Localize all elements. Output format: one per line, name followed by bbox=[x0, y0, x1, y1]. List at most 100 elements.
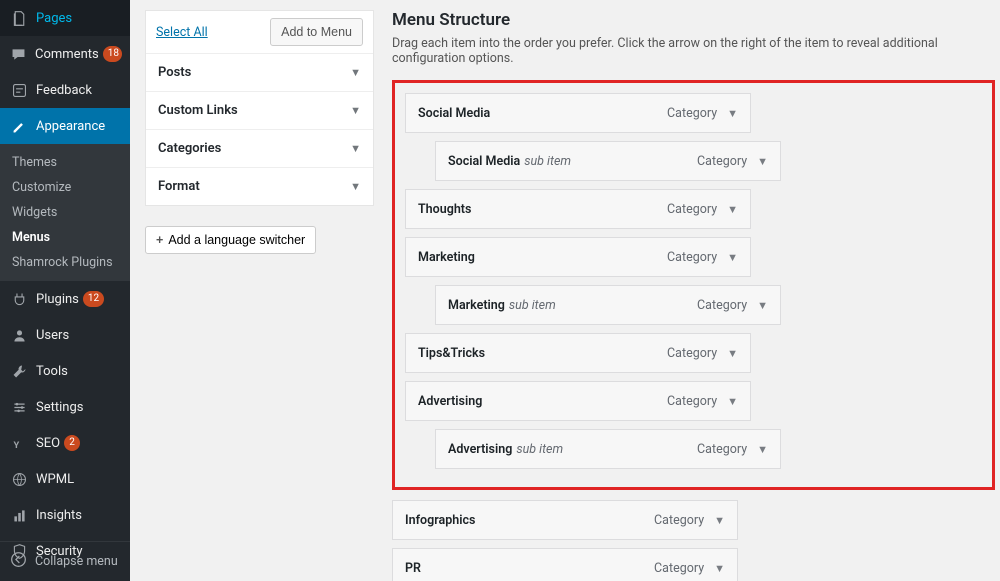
menu-item-pr[interactable]: PRCategory▼ bbox=[392, 548, 738, 581]
accordion-posts[interactable]: Posts ▼ bbox=[146, 54, 373, 91]
add-language-switcher-button[interactable]: + Add a language switcher bbox=[145, 226, 316, 254]
menu-item-meta: Category▼ bbox=[697, 442, 768, 457]
panel-top-row: Select All Add to Menu bbox=[146, 11, 373, 54]
settings-icon bbox=[10, 398, 28, 416]
menu-item-social-media[interactable]: Social MediaCategory▼ bbox=[405, 93, 751, 133]
menu-item-meta: Category ▼ bbox=[667, 106, 738, 121]
accordion-format[interactable]: Format ▼ bbox=[146, 167, 373, 205]
menu-item-type: Category bbox=[667, 106, 717, 121]
chevron-down-icon: ▼ bbox=[350, 180, 361, 193]
menu-item-type: Category bbox=[667, 250, 717, 265]
sidebar-item-settings[interactable]: Settings bbox=[0, 389, 130, 425]
sidebar-item-appearance[interactable]: Appearance bbox=[0, 108, 130, 144]
sidebar-item-plugins[interactable]: Plugins 12 bbox=[0, 281, 130, 317]
menu-item-type: Category bbox=[697, 154, 747, 169]
insights-icon bbox=[10, 506, 28, 524]
chevron-down-icon[interactable]: ▼ bbox=[727, 203, 738, 216]
collapse-label: Collapse menu bbox=[35, 554, 118, 569]
add-to-menu-button[interactable]: Add to Menu bbox=[270, 18, 363, 46]
chevron-down-icon[interactable]: ▼ bbox=[727, 251, 738, 264]
chevron-down-icon: ▼ bbox=[350, 142, 361, 155]
menu-item-tips-tricks[interactable]: Tips&Tricks Category ▼ bbox=[405, 333, 751, 373]
collapse-icon bbox=[10, 551, 27, 572]
chevron-down-icon[interactable]: ▼ bbox=[757, 155, 768, 168]
menu-item-thoughts[interactable]: ThoughtsCategory▼ bbox=[405, 189, 751, 229]
menu-item-title: Infographics bbox=[405, 513, 475, 528]
menu-item-type: Category bbox=[667, 346, 717, 361]
sidebar-label: Settings bbox=[36, 400, 83, 415]
select-all-link[interactable]: Select All bbox=[156, 25, 208, 40]
menu-item-marketing[interactable]: Marketing Category ▼ bbox=[405, 237, 751, 277]
sidebar-label: Users bbox=[36, 328, 69, 343]
badge: 12 bbox=[83, 291, 104, 307]
sidebar-label: SEO bbox=[36, 436, 60, 451]
admin-sidebar: PagesComments18FeedbackAppearanceThemesC… bbox=[0, 0, 130, 581]
sidebar-item-insights[interactable]: Insights bbox=[0, 497, 130, 533]
seo-icon: Y bbox=[10, 434, 28, 452]
menu-item-meta: Category▼ bbox=[667, 394, 738, 409]
accordion-custom-links[interactable]: Custom Links▼ bbox=[146, 91, 373, 129]
submenu-themes[interactable]: Themes bbox=[0, 150, 130, 175]
menu-item-title: Advertisingsub item bbox=[448, 442, 563, 457]
pages-icon bbox=[10, 9, 28, 27]
menu-item-meta: Category ▼ bbox=[697, 154, 768, 169]
plugins-icon bbox=[10, 290, 28, 308]
accordion-label: Posts bbox=[158, 65, 191, 80]
users-icon bbox=[10, 326, 28, 344]
sidebar-item-seo[interactable]: Y SEO 2 bbox=[0, 425, 130, 461]
tools-icon bbox=[10, 362, 28, 380]
plus-icon: + bbox=[156, 233, 163, 247]
chevron-down-icon[interactable]: ▼ bbox=[757, 299, 768, 312]
sidebar-item-users[interactable]: Users bbox=[0, 317, 130, 353]
chevron-down-icon[interactable]: ▼ bbox=[727, 395, 738, 408]
menu-item-title: Social Mediasub item bbox=[448, 154, 571, 169]
submenu-customize[interactable]: Customize bbox=[0, 175, 130, 200]
menu-structure-title: Menu Structure bbox=[392, 10, 995, 30]
menu-item-marketing[interactable]: Marketingsub itemCategory▼ bbox=[435, 285, 781, 325]
submenu-shamrock-plugins[interactable]: Shamrock Plugins bbox=[0, 250, 130, 275]
chevron-down-icon[interactable]: ▼ bbox=[757, 443, 768, 456]
sidebar-item-feedback[interactable]: Feedback bbox=[0, 72, 130, 108]
sidebar-label: Appearance bbox=[36, 119, 105, 134]
sidebar-item-tools[interactable]: Tools bbox=[0, 353, 130, 389]
sidebar-item-wpml[interactable]: WPML bbox=[0, 461, 130, 497]
menu-item-type: Category bbox=[654, 561, 704, 576]
chevron-down-icon[interactable]: ▼ bbox=[727, 347, 738, 360]
menu-item-meta: Category ▼ bbox=[667, 346, 738, 361]
submenu-menus[interactable]: Menus bbox=[0, 225, 130, 250]
menu-item-title: Advertising bbox=[418, 394, 482, 409]
sidebar-label: Insights bbox=[36, 508, 82, 523]
accordion-label: Format bbox=[158, 179, 200, 194]
sidebar-label: Plugins bbox=[36, 292, 79, 307]
chevron-down-icon: ▼ bbox=[350, 66, 361, 79]
badge: 2 bbox=[64, 435, 80, 451]
appearance-submenu: ThemesCustomizeWidgetsMenusShamrock Plug… bbox=[0, 144, 130, 281]
menu-item-title: Marketing bbox=[418, 250, 475, 265]
menu-item-advertising[interactable]: Advertising Category▼ bbox=[405, 381, 751, 421]
chevron-down-icon[interactable]: ▼ bbox=[727, 107, 738, 120]
menu-item-social-media[interactable]: Social Mediasub item Category ▼ bbox=[435, 141, 781, 181]
accordion-categories[interactable]: Categories▼ bbox=[146, 129, 373, 167]
menu-item-advertising[interactable]: Advertisingsub item Category▼ bbox=[435, 429, 781, 469]
lang-switch-label: Add a language switcher bbox=[168, 233, 305, 247]
menu-item-meta: Category ▼ bbox=[654, 561, 725, 576]
submenu-widgets[interactable]: Widgets bbox=[0, 200, 130, 225]
svg-text:Y: Y bbox=[13, 439, 19, 450]
sub-item-label: sub item bbox=[509, 298, 556, 313]
accordion-label: Custom Links bbox=[158, 103, 238, 118]
highlighted-menu-items: Social MediaCategory▼Social Mediasub ite… bbox=[392, 80, 995, 490]
chevron-down-icon[interactable]: ▼ bbox=[714, 562, 725, 575]
chevron-down-icon[interactable]: ▼ bbox=[714, 514, 725, 527]
menu-item-infographics[interactable]: InfographicsCategory▼ bbox=[392, 500, 738, 540]
appearance-icon bbox=[10, 117, 28, 135]
collapse-menu[interactable]: Collapse menu bbox=[0, 541, 130, 581]
comments-icon bbox=[10, 45, 27, 63]
wpml-icon bbox=[10, 470, 28, 488]
menu-item-meta: Category▼ bbox=[667, 202, 738, 217]
sub-item-label: sub item bbox=[516, 442, 563, 457]
sidebar-item-comments[interactable]: Comments18 bbox=[0, 36, 130, 72]
sidebar-label: WPML bbox=[36, 472, 74, 487]
menu-structure-hint: Drag each item into the order you prefer… bbox=[392, 36, 995, 66]
sidebar-item-pages[interactable]: Pages bbox=[0, 0, 130, 36]
menu-item-title: Tips&Tricks bbox=[418, 346, 485, 361]
